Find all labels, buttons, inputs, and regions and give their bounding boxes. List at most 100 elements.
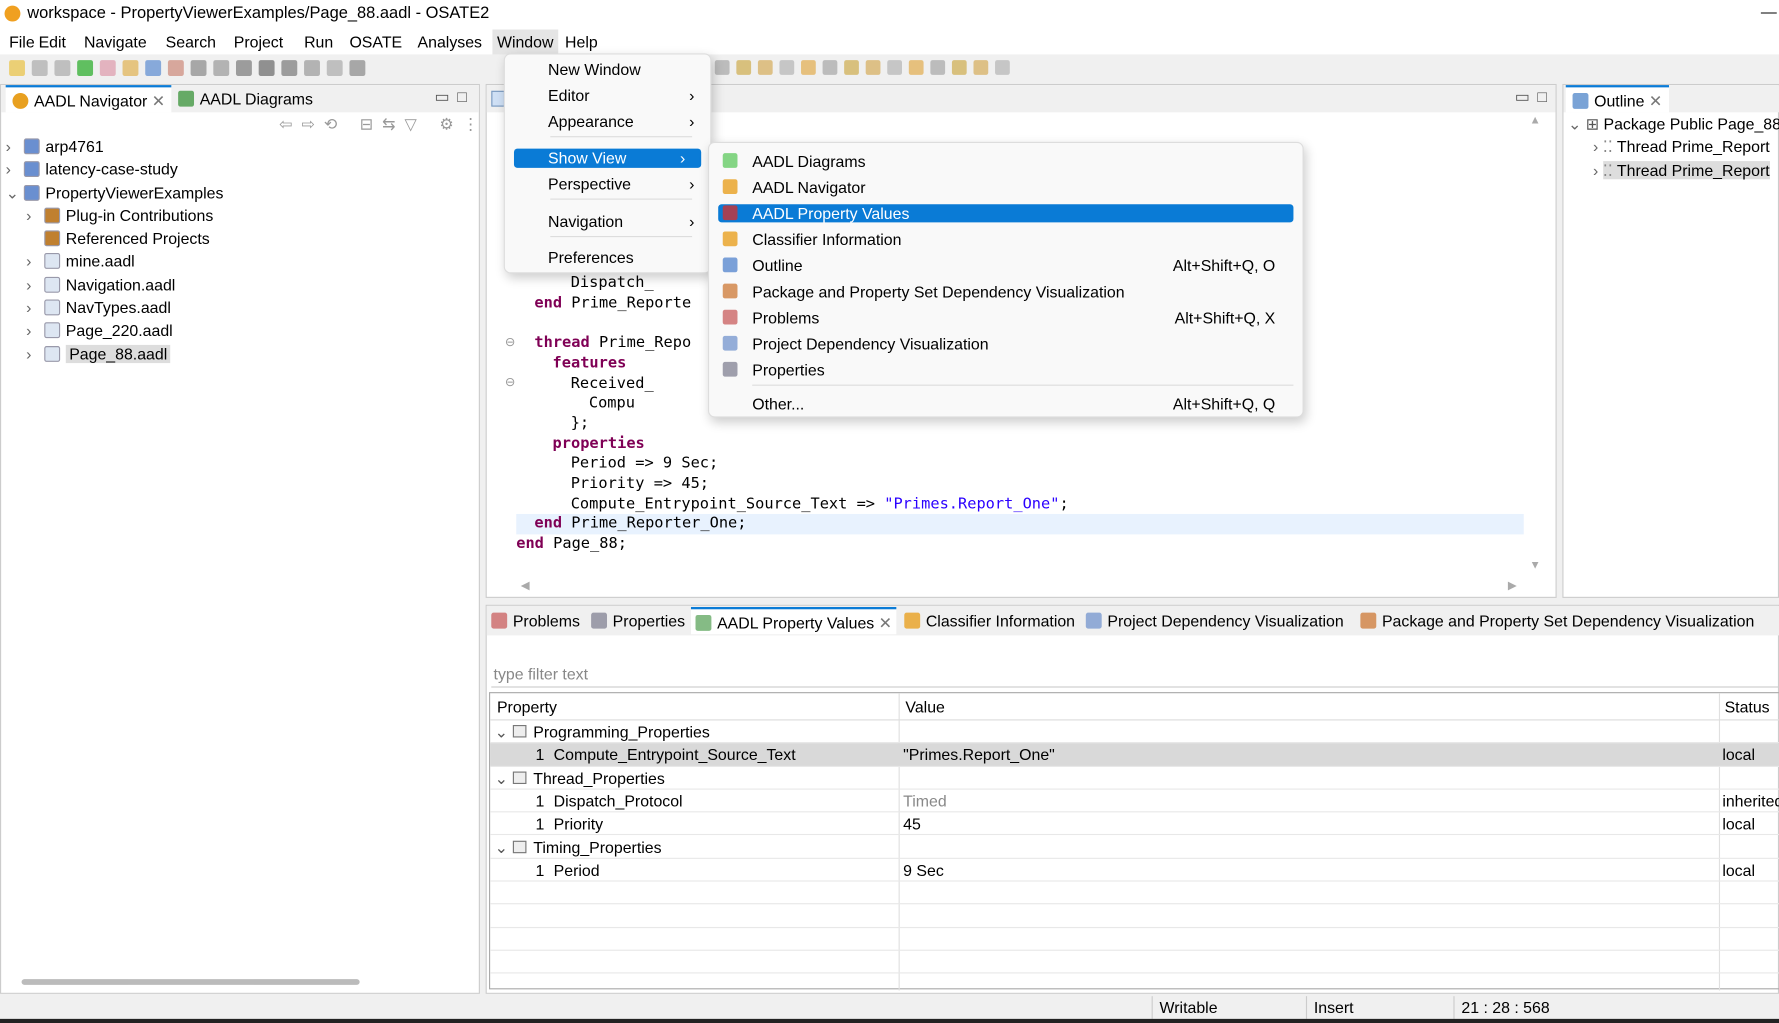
minimize-icon[interactable]: ▭ [435, 87, 450, 106]
tab-aadl-property-values[interactable]: AADL Property Values ✕ [690, 607, 897, 635]
chevron-right-icon[interactable]: › [6, 158, 24, 181]
tab-aadl-navigator[interactable]: AADL Navigator ✕ [5, 85, 172, 113]
navigator-item[interactable]: › Navigation.aadl [6, 273, 471, 296]
toolbar-button[interactable] [122, 60, 139, 77]
table-group-row[interactable]: ⌄ Timing_Properties [490, 836, 1779, 859]
table-group-row[interactable]: ⌄ Thread_Properties [490, 767, 1779, 790]
table-group-row[interactable]: ⌄ Programming_Properties [490, 720, 1779, 744]
toolbar-button[interactable] [757, 60, 773, 75]
table-row[interactable]: 1 Priority 45 local [490, 813, 1779, 836]
chevron-right-icon[interactable]: › [26, 204, 44, 227]
menu-project[interactable]: Project [229, 29, 288, 54]
chevron-down-icon[interactable]: ⌄ [6, 181, 24, 204]
navigator-item[interactable]: › mine.aadl [6, 250, 471, 273]
toolbar-button[interactable] [77, 60, 94, 77]
tab-outline[interactable]: Outline ✕ [1565, 85, 1669, 113]
tab-problems[interactable]: Problems [487, 607, 585, 634]
menu-item-outline[interactable]: Outline Alt+Shift+Q, O [709, 253, 1302, 278]
toolbar-button[interactable] [54, 60, 71, 77]
chevron-down-icon[interactable]: ⌄ [495, 767, 508, 790]
navigator-item[interactable]: › Plug-in Contributions [6, 204, 471, 227]
toolbar-button[interactable] [349, 60, 366, 77]
chevron-down-icon[interactable]: ⌄ [495, 836, 508, 859]
chevron-right-icon[interactable]: › [26, 319, 44, 342]
close-tab-icon[interactable]: ✕ [152, 92, 165, 110]
toolbar-button[interactable] [908, 60, 924, 75]
column-header-value[interactable]: Value [905, 693, 944, 720]
menu-run[interactable]: Run [300, 29, 338, 54]
filter-input[interactable]: type filter text [491, 663, 1779, 688]
menu-item-other-[interactable]: Other... Alt+Shift+Q, Q [709, 391, 1302, 416]
toolbar-button[interactable] [258, 60, 275, 77]
menu-item-package-and-property-set-dependency-visualization[interactable]: Package and Property Set Dependency Visu… [709, 279, 1302, 304]
chevron-right-icon[interactable] [26, 227, 44, 250]
navigator-item[interactable]: Referenced Projects [6, 227, 471, 250]
menu-item-problems[interactable]: Problems Alt+Shift+Q, X [709, 305, 1302, 330]
minimize-icon[interactable]: ▭ [1515, 87, 1530, 106]
toolbar-button[interactable] [235, 60, 252, 77]
menu-item-perspective[interactable]: Perspective › [505, 171, 710, 196]
vertical-scrollbar[interactable]: ▲ ▼ [1524, 115, 1556, 580]
fold-icon[interactable]: ⊖ [505, 335, 515, 350]
tab-properties[interactable]: Properties [587, 607, 690, 634]
toolbar-button[interactable] [99, 60, 116, 77]
outline-item[interactable]: › ⁚⁚ Thread Prime_Report [1568, 135, 1779, 158]
table-row[interactable]: 1 Compute_Entrypoint_Source_Text "Primes.R… [490, 743, 1779, 767]
toolbar-button[interactable] [31, 60, 48, 77]
toolbar-button[interactable] [167, 60, 184, 77]
maximize-icon[interactable]: □ [457, 87, 467, 105]
menu-item-preferences[interactable]: Preferences [505, 245, 710, 270]
maximize-icon[interactable]: □ [1537, 87, 1547, 105]
chevron-right-icon[interactable]: › [26, 296, 44, 319]
menu-item-aadl-diagrams[interactable]: AADL Diagrams [709, 149, 1302, 174]
menu-item-new-window[interactable]: New Window [505, 57, 710, 82]
menu-search[interactable]: Search [161, 29, 220, 54]
navigator-item[interactable]: ⌄ PropertyViewerExamples [6, 181, 471, 204]
menu-help[interactable]: Help [560, 29, 602, 54]
menu-item-appearance[interactable]: Appearance › [505, 109, 710, 134]
tab-package-and-property-set-dependency-visualization[interactable]: Package and Property Set Dependency Visu… [1356, 607, 1759, 634]
toolbar-button[interactable] [844, 60, 859, 75]
menu-edit[interactable]: Edit [34, 29, 70, 54]
toolbar-button[interactable] [951, 60, 967, 75]
navigator-toolbar[interactable]: ⇦⇨⟲ ⊟⇆▽ ⚙⋮ [279, 115, 487, 134]
chevron-right-icon[interactable]: › [26, 250, 44, 273]
toolbar-button[interactable] [304, 60, 320, 77]
menu-item-aadl-navigator[interactable]: AADL Navigator [709, 175, 1302, 200]
toolbar-button[interactable] [326, 60, 343, 77]
navigator-item[interactable]: › latency-case-study [6, 158, 471, 181]
toolbar-button[interactable] [887, 60, 903, 75]
toolbar-button[interactable] [9, 60, 25, 77]
outline-item[interactable]: › ⁚⁚ Thread Prime_Report [1568, 158, 1779, 181]
toolbar-button[interactable] [145, 60, 162, 77]
table-row[interactable]: 1 Period 9 Sec local [490, 859, 1779, 882]
tab-aadl-diagrams[interactable]: AADL Diagrams [171, 85, 319, 112]
toolbar-button[interactable] [973, 60, 989, 75]
navigator-item[interactable]: › Page_88.aadl [6, 342, 471, 365]
menu-window[interactable]: Window [492, 29, 558, 55]
tab-classifier-information[interactable]: Classifier Information [900, 607, 1080, 634]
menu-item-classifier-information[interactable]: Classifier Information [709, 227, 1302, 252]
toolbar-button[interactable] [190, 60, 207, 77]
toolbar-button[interactable] [281, 60, 298, 77]
menu-item-editor[interactable]: Editor › [505, 83, 710, 108]
toolbar-button[interactable] [995, 60, 1010, 75]
menu-item-show-view[interactable]: Show View › [513, 148, 702, 168]
chevron-right-icon[interactable]: › [6, 135, 24, 158]
close-tab-icon[interactable]: ✕ [1649, 92, 1662, 110]
toolbar-button[interactable] [213, 60, 230, 77]
tab-project-dependency-visualization[interactable]: Project Dependency Visualization [1081, 607, 1348, 634]
column-header-property[interactable]: Property [497, 693, 557, 720]
column-header-status[interactable]: Status [1725, 693, 1770, 720]
toolbar-button[interactable] [736, 60, 752, 75]
menu-analyses[interactable]: Analyses [413, 29, 487, 54]
menu-osate[interactable]: OSATE [345, 29, 407, 54]
chevron-right-icon[interactable]: › [26, 273, 44, 296]
toolbar-button[interactable] [930, 60, 946, 75]
minimize-window-button[interactable]: — [1761, 2, 1777, 20]
navigator-item[interactable]: › NavTypes.aadl [6, 296, 471, 319]
toolbar-button[interactable] [779, 60, 795, 75]
menu-item-navigation[interactable]: Navigation › [505, 209, 710, 234]
horizontal-scrollbar[interactable]: ◀ ▶ [516, 580, 1524, 596]
menu-navigate[interactable]: Navigate [79, 29, 151, 54]
